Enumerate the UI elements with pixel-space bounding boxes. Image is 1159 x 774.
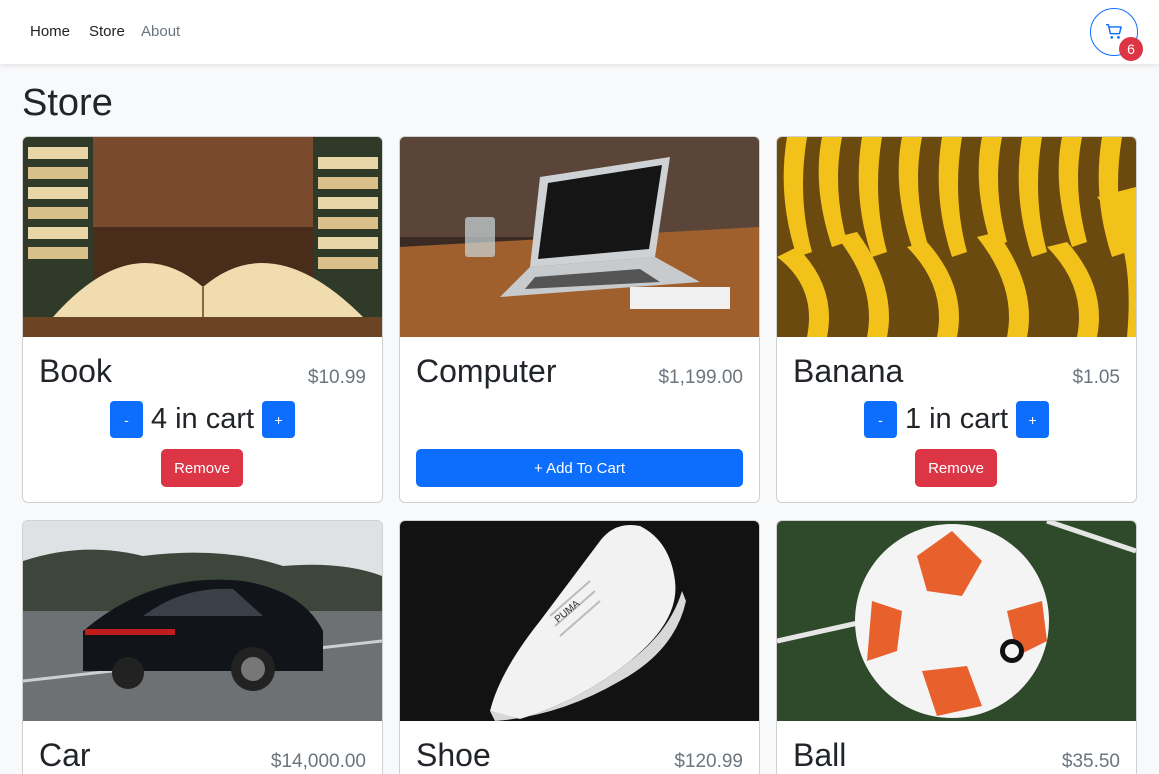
in-cart-label: in cart [929,403,1009,435]
product-price: $10.99 [307,367,366,388]
product-price: $35.50 [1061,751,1120,772]
quantity-value: 4 [150,403,168,435]
nav-link-store[interactable]: Store [89,23,125,40]
increase-quantity-button[interactable]: + [1016,401,1050,438]
product-card: Ball $35.50 [776,520,1137,774]
shopping-cart-icon [1106,23,1122,39]
remove-button[interactable]: Remove [161,449,243,487]
remove-button[interactable]: Remove [915,449,997,487]
product-price: $1.05 [1072,367,1120,388]
product-price: $120.99 [674,751,743,772]
product-card: Car $14,000.00 [22,520,383,774]
product-name: Computer [416,353,557,389]
cart-quantity: 4 in cart [151,403,254,436]
cart-quantity: 1 in cart [905,403,1008,436]
product-name: Car [39,737,91,773]
nav-link-home[interactable]: Home [30,23,70,40]
product-card: Book $10.99 - 4 in cart + Remove [22,136,383,503]
product-image-ball [777,521,1136,721]
add-to-cart-button[interactable]: + Add To Cart [416,449,743,487]
product-name: Book [39,353,112,389]
product-image-shoe: PUMA [400,521,759,721]
nav-link-about[interactable]: About [141,23,180,40]
product-card: Computer $1,199.00 + Add To Cart [399,136,760,503]
cart-count-badge: 6 [1119,37,1143,61]
quantity-controls: - 4 in cart + [23,401,382,438]
product-image-banana [777,137,1136,337]
navbar: Home Store About 6 [0,0,1159,64]
product-card: Banana $1.05 - 1 in cart + Remove [776,136,1137,503]
in-cart-label: in cart [175,403,255,435]
product-name: Shoe [416,737,491,773]
product-card: PUMA Shoe $120.99 [399,520,760,774]
increase-quantity-button[interactable]: + [262,401,296,438]
product-image-book [23,137,382,337]
decrease-quantity-button[interactable]: - [109,401,143,438]
product-image-car [23,521,382,721]
product-name: Banana [793,353,904,389]
product-price: $14,000.00 [270,751,366,772]
product-name: Ball [793,737,847,773]
quantity-controls: - 1 in cart + [777,401,1136,438]
product-image-computer [400,137,759,337]
product-price: $1,199.00 [658,367,743,388]
quantity-value: 1 [904,403,922,435]
decrease-quantity-button[interactable]: - [863,401,897,438]
page-title: Store [22,82,113,124]
